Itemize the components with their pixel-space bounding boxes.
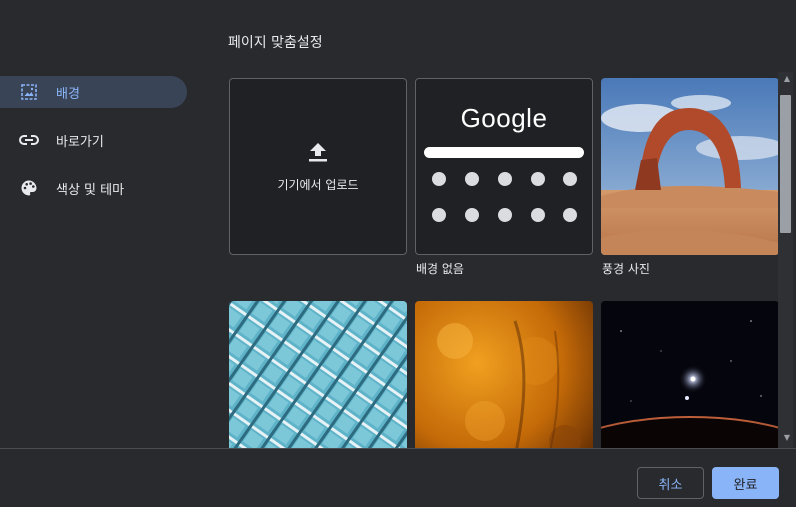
space-planet-image	[601, 301, 779, 448]
scrollbar-thumb[interactable]	[780, 95, 791, 233]
no-background-tile[interactable]: Google	[415, 78, 593, 255]
page-title: 페이지 맞춤설정	[228, 35, 323, 51]
sidebar-item-color-theme[interactable]: 색상 및 테마	[0, 172, 187, 204]
architecture-tile[interactable]	[229, 301, 407, 448]
sidebar-item-label: 배경	[56, 86, 80, 102]
sidebar-item-label: 색상 및 테마	[56, 182, 125, 198]
google-logo: Google	[460, 103, 548, 133]
done-button[interactable]: 완료	[712, 467, 779, 499]
glass-facade-image	[229, 301, 407, 448]
palette-icon	[19, 178, 39, 198]
no-background-label: 배경 없음	[416, 262, 464, 276]
link-icon	[19, 130, 39, 150]
scroll-down-icon[interactable]: ▼	[784, 433, 790, 442]
scroll-up-icon[interactable]: ▲	[784, 74, 790, 83]
upload-from-device-tile[interactable]: 기기에서 업로드	[229, 78, 407, 255]
cancel-button[interactable]: 취소	[637, 467, 704, 499]
sidebar-item-label: 바로가기	[56, 134, 104, 150]
landscape-tile[interactable]	[601, 78, 779, 255]
amber-bokeh-image	[415, 301, 593, 448]
upload-label: 기기에서 업로드	[277, 178, 359, 192]
arch-landscape-image	[601, 78, 779, 255]
landscape-label: 풍경 사진	[602, 262, 650, 276]
sidebar: 배경 바로가기 색상 및 테마	[0, 76, 190, 220]
space-tile[interactable]	[601, 301, 779, 448]
dialog-footer: 취소 완료	[0, 448, 796, 507]
upload-icon	[306, 140, 330, 168]
sidebar-item-background[interactable]: 배경	[0, 76, 187, 108]
background-grid: 기기에서 업로드 Google 배경 없음 풍경 사진	[218, 68, 796, 448]
amber-texture-tile[interactable]	[415, 301, 593, 448]
search-bar-preview	[424, 147, 584, 158]
image-icon	[19, 82, 39, 102]
sidebar-item-shortcuts[interactable]: 바로가기	[0, 124, 187, 156]
